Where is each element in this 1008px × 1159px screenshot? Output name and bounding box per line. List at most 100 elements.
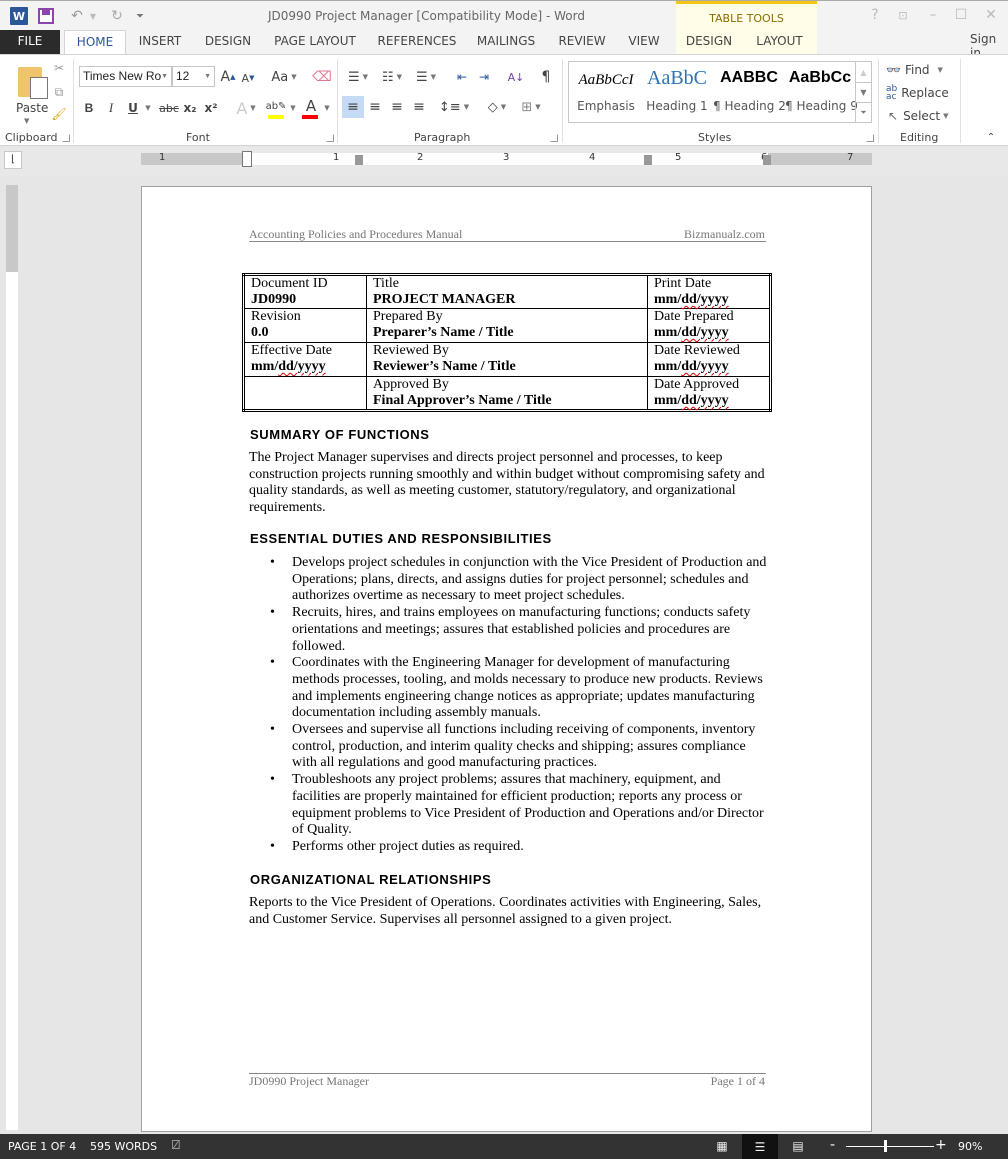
- zoom-in-button[interactable]: +: [935, 1137, 947, 1153]
- style-heading-2[interactable]: AABBC ¶ Heading 2: [713, 62, 786, 122]
- grow-font-icon[interactable]: A ▲: [220, 67, 236, 87]
- tab-review[interactable]: REVIEW: [554, 30, 610, 54]
- print-layout-icon[interactable]: ☰: [742, 1134, 778, 1159]
- cut-icon[interactable]: ✂: [50, 59, 68, 77]
- subscript-button[interactable]: x₂: [182, 99, 198, 117]
- shading-button[interactable]: ◇ ▼: [482, 96, 512, 118]
- proofing-icon[interactable]: ⍁: [172, 1138, 180, 1153]
- highlight-dropdown-icon[interactable]: ▼: [288, 99, 298, 117]
- strikethrough-button[interactable]: abc: [158, 99, 180, 117]
- zoom-slider-thumb[interactable]: [884, 1140, 888, 1152]
- table-cell[interactable]: Revision 0.0: [243, 308, 367, 343]
- increase-indent-icon[interactable]: ⇥: [474, 67, 494, 87]
- multilevel-list-button[interactable]: ☰ ▼: [412, 67, 440, 87]
- indent-marker[interactable]: [242, 151, 252, 167]
- italic-button[interactable]: I: [103, 99, 119, 117]
- tab-design[interactable]: DESIGN: [200, 30, 256, 54]
- underline-button[interactable]: U: [125, 99, 141, 117]
- font-name-combobox[interactable]: Times New Ro ▼: [79, 66, 172, 87]
- sort-icon[interactable]: A↓: [506, 67, 526, 87]
- paste-button[interactable]: Paste ▼: [6, 59, 48, 125]
- text-effects-icon[interactable]: A ▼: [236, 99, 256, 118]
- table-cell[interactable]: Print Date mm/dd/yyyy: [647, 274, 771, 309]
- font-color-icon[interactable]: A: [302, 97, 320, 115]
- show-formatting-marks-icon[interactable]: ¶: [536, 67, 556, 87]
- font-launcher-icon[interactable]: [326, 134, 334, 142]
- gallery-scroll-up-icon[interactable]: ▲: [855, 62, 871, 82]
- word-count[interactable]: 595 WORDS: [90, 1140, 157, 1153]
- document-page[interactable]: Accounting Policies and Procedures Manua…: [141, 186, 872, 1132]
- highlight-color-icon[interactable]: ab✎: [266, 97, 287, 115]
- justify-button[interactable]: ≡: [409, 96, 429, 118]
- tab-table-layout[interactable]: LAYOUT: [742, 30, 817, 54]
- superscript-button[interactable]: x²: [203, 99, 219, 117]
- help-icon[interactable]: ?: [864, 7, 886, 23]
- maximize-icon[interactable]: ☐: [950, 7, 972, 23]
- tab-stop-selector[interactable]: ⌊: [4, 151, 22, 169]
- minimize-icon[interactable]: –: [922, 7, 944, 23]
- table-cell[interactable]: Title PROJECT MANAGER: [366, 274, 648, 309]
- clipboard-launcher-icon[interactable]: [62, 134, 70, 142]
- table-cell[interactable]: Document ID JD0990: [243, 274, 367, 309]
- web-layout-icon[interactable]: ▤: [788, 1136, 808, 1156]
- undo-dropdown-icon[interactable]: ▼: [88, 6, 98, 26]
- clear-formatting-icon[interactable]: ⌫: [312, 67, 332, 87]
- tab-page-layout[interactable]: PAGE LAYOUT: [270, 30, 360, 54]
- tab-references[interactable]: REFERENCES: [376, 30, 458, 54]
- table-cell[interactable]: Effective Date mm/dd/yyyy: [243, 342, 367, 377]
- vertical-ruler[interactable]: [6, 185, 18, 1130]
- shrink-font-icon[interactable]: A ▼: [240, 69, 256, 87]
- word-logo-icon[interactable]: W: [10, 7, 28, 25]
- copy-icon[interactable]: ⧉: [50, 83, 68, 101]
- table-cell[interactable]: Prepared By Preparer’s Name / Title: [366, 308, 648, 343]
- font-name-dropdown-icon[interactable]: ▼: [161, 67, 168, 86]
- tab-mailings[interactable]: MAILINGS: [472, 30, 540, 54]
- ribbon-display-options-icon[interactable]: ⊡: [892, 9, 914, 22]
- decrease-indent-icon[interactable]: ⇤: [452, 67, 472, 87]
- page-count[interactable]: PAGE 1 OF 4: [8, 1140, 76, 1153]
- tab-file[interactable]: FILE: [0, 30, 60, 54]
- undo-icon[interactable]: ↶: [68, 6, 86, 26]
- replace-button[interactable]: ab ac Replace: [886, 83, 956, 103]
- tab-insert[interactable]: INSERT: [132, 30, 188, 54]
- font-color-dropdown-icon[interactable]: ▼: [322, 99, 332, 117]
- bullets-button[interactable]: ☰ ▼: [344, 67, 372, 87]
- collapse-ribbon-icon[interactable]: ⌃: [984, 131, 998, 143]
- zoom-level[interactable]: 90%: [958, 1140, 982, 1153]
- align-left-button[interactable]: ≡: [342, 96, 364, 118]
- zoom-out-button[interactable]: -: [830, 1137, 835, 1153]
- column-marker[interactable]: [644, 155, 652, 165]
- gallery-scroll-down-icon[interactable]: ▼: [855, 82, 871, 102]
- styles-launcher-icon[interactable]: [866, 134, 874, 142]
- table-cell[interactable]: [243, 376, 367, 411]
- find-button[interactable]: 👓 Find ▼: [886, 60, 950, 80]
- column-marker[interactable]: [355, 155, 363, 165]
- table-cell[interactable]: Date Approved mm/dd/yyyy: [647, 376, 771, 411]
- format-painter-icon[interactable]: 🖌: [50, 105, 68, 123]
- style-heading-1[interactable]: AaBbC Heading 1: [641, 62, 713, 122]
- table-cell[interactable]: Approved By Final Approver’s Name / Title: [366, 376, 648, 411]
- tab-home[interactable]: HOME: [64, 30, 126, 55]
- table-cell[interactable]: Reviewed By Reviewer’s Name / Title: [366, 342, 648, 377]
- align-center-button[interactable]: ≡: [365, 96, 385, 118]
- style-emphasis[interactable]: AaBbCcI Emphasis: [571, 62, 641, 122]
- align-right-button[interactable]: ≡: [387, 96, 407, 118]
- numbering-button[interactable]: ☷ ▼: [378, 67, 406, 87]
- table-cell[interactable]: Date Reviewed mm/dd/yyyy: [647, 342, 771, 377]
- font-size-combobox[interactable]: 12 ▼: [172, 66, 215, 87]
- table-cell[interactable]: Date Prepared mm/dd/yyyy: [647, 308, 771, 343]
- customize-quick-access-icon[interactable]: ⏷: [134, 6, 146, 26]
- close-icon[interactable]: ✕: [980, 7, 1002, 23]
- bold-button[interactable]: B: [81, 99, 97, 117]
- change-case-button[interactable]: Aa ▼: [270, 67, 298, 87]
- column-marker[interactable]: [763, 155, 771, 165]
- style-heading-9[interactable]: AaBbCc ¶ Heading 9: [785, 62, 858, 122]
- line-spacing-button[interactable]: ↕≡ ▼: [439, 96, 469, 118]
- paragraph-launcher-icon[interactable]: [550, 134, 558, 142]
- font-size-dropdown-icon[interactable]: ▼: [204, 67, 211, 86]
- save-icon[interactable]: [38, 8, 54, 24]
- tab-view[interactable]: VIEW: [624, 30, 664, 54]
- select-button[interactable]: ↖ Select ▼: [888, 106, 954, 126]
- borders-button[interactable]: ⊞ ▼: [516, 96, 546, 118]
- read-mode-icon[interactable]: ▦: [712, 1136, 732, 1156]
